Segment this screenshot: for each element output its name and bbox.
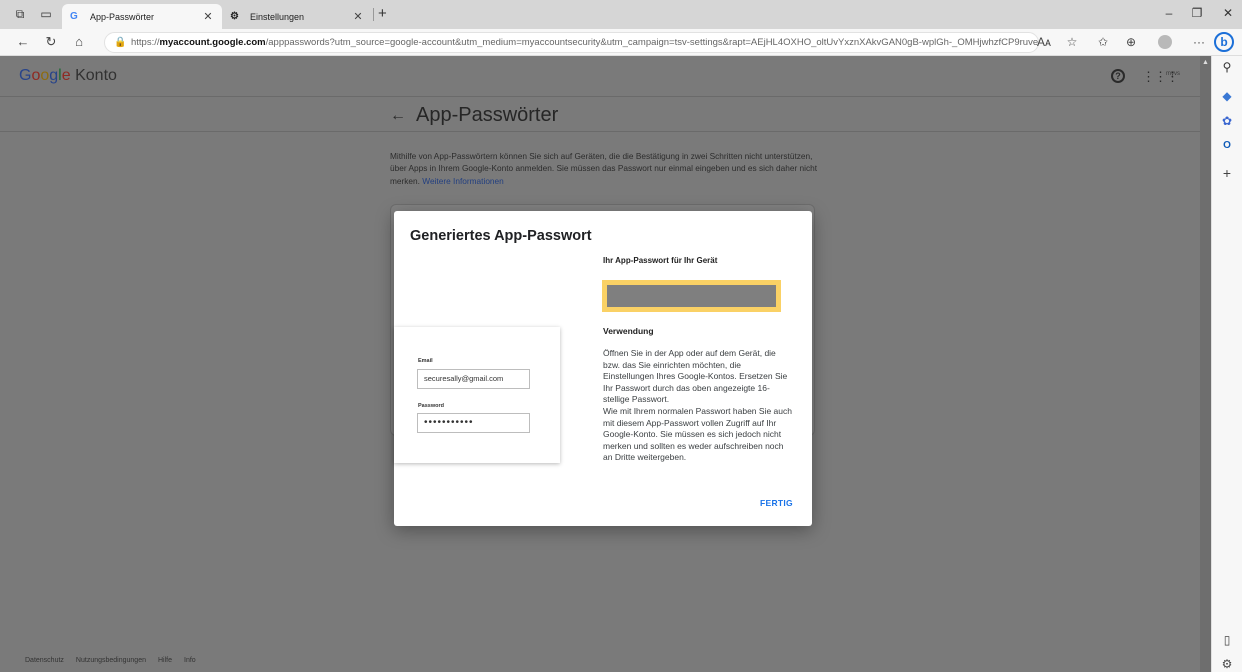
app-password-heading: Ihr App-Passwort für Ihr Gerät [603, 256, 718, 265]
shopping-tag-icon[interactable]: ◆ [1220, 89, 1234, 103]
workspaces-icon[interactable]: ⧉ [12, 6, 28, 22]
generated-password-dialog: Generiertes App-Passwort Email securesal… [394, 211, 812, 526]
close-tab-icon[interactable]: ✕ [352, 10, 364, 23]
favorites-icon[interactable]: ✩ [1094, 35, 1112, 49]
page-title-row: ← App-Passwörter [390, 104, 558, 127]
favorite-star-icon[interactable]: ☆ [1063, 35, 1081, 49]
divider [0, 131, 1200, 132]
edge-sidebar: ⚲ ◆ ✿ O + ▯ ⚙ [1211, 56, 1242, 672]
collections-icon[interactable]: ⊕ [1122, 35, 1140, 49]
close-window-icon[interactable]: ✕ [1218, 6, 1238, 20]
office-icon[interactable]: ✿ [1220, 114, 1234, 128]
reload-icon[interactable]: ↻ [42, 34, 60, 50]
back-icon[interactable]: ← [14, 34, 32, 49]
scroll-up-icon[interactable]: ▲ [1202, 59, 1209, 66]
intro-text: Mithilfe von App-Passwörtern können Sie … [390, 150, 820, 187]
address-toolbar: ← ↻ ⌂ 🔒 https://myaccount.google.com/app… [0, 29, 1242, 56]
page-scrollbar[interactable]: ▲ [1200, 56, 1211, 672]
bing-chat-icon[interactable]: b [1214, 32, 1234, 52]
gear-icon: ⚙ [230, 11, 239, 22]
redacted-password[interactable] [607, 285, 776, 307]
logo-letter: g [49, 67, 59, 84]
home-icon[interactable]: ⌂ [70, 34, 88, 49]
google-konto-logo[interactable]: Google Konto [19, 67, 117, 85]
sidebar-settings-icon[interactable]: ⚙ [1220, 657, 1234, 671]
tab-actions-icon[interactable]: ▭ [38, 6, 54, 22]
sidebar-toggle-icon[interactable]: ▯ [1220, 633, 1234, 647]
footer-link-terms[interactable]: Nutzungsbedingungen [76, 657, 146, 664]
browser-tab-bar: ⧉ ▭ G App-Passwörter ✕ ⚙ Einstellungen ✕… [0, 0, 1242, 29]
footer-link-help[interactable]: Hilfe [158, 657, 172, 664]
logo-letter: e [61, 67, 71, 84]
product-name: Konto [75, 67, 117, 84]
tab-settings[interactable]: ⚙ Einstellungen ✕ [222, 4, 372, 29]
account-avatar[interactable]: myvs [1166, 71, 1180, 77]
close-tab-icon[interactable]: ✕ [202, 10, 214, 23]
email-label: Email [418, 358, 433, 364]
outlook-icon[interactable]: O [1220, 139, 1234, 153]
dialog-title: Generiertes App-Passwort [410, 228, 592, 244]
url-field[interactable]: 🔒 https://myaccount.google.com/apppasswo… [104, 32, 1039, 53]
profile-avatar[interactable] [1158, 35, 1172, 49]
lock-icon[interactable]: 🔒 [114, 33, 126, 52]
search-icon[interactable]: ⚲ [1220, 60, 1234, 74]
url-host: myaccount.google.com [159, 37, 266, 48]
restore-icon[interactable]: ❐ [1187, 6, 1207, 20]
password-field: ••••••••••• [417, 413, 530, 433]
done-button[interactable]: FERTIG [760, 498, 793, 508]
logo-letter: G [19, 67, 32, 84]
tab-label: Einstellungen [250, 11, 305, 22]
footer-links: Datenschutz Nutzungsbedingungen Hilfe In… [25, 657, 196, 664]
email-field: securesally@gmail.com [417, 369, 530, 389]
tab-app-passwords[interactable]: G App-Passwörter ✕ [62, 4, 222, 29]
google-header: Google Konto ? ⋮⋮⋮ myvs [0, 56, 1200, 97]
add-sidebar-app-icon[interactable]: + [1220, 166, 1234, 180]
new-tab-icon[interactable]: + [378, 5, 387, 22]
learn-more-link[interactable]: Weitere Informationen [422, 176, 503, 186]
page-title: App-Passwörter [416, 104, 559, 126]
password-label: Password [418, 403, 444, 409]
more-menu-icon[interactable]: ··· [1190, 35, 1208, 49]
google-favicon-icon: G [70, 11, 78, 22]
url-prefix: https:// [131, 37, 160, 48]
tab-label: App-Passwörter [90, 11, 155, 22]
read-aloud-icon[interactable]: Aᴀ [1035, 35, 1053, 49]
usage-heading: Verwendung [603, 326, 654, 336]
back-arrow-icon[interactable]: ← [390, 107, 406, 125]
generated-password-box[interactable] [602, 280, 781, 312]
minimize-icon[interactable]: – [1159, 6, 1179, 20]
logo-letter: o [40, 67, 50, 84]
footer-link-privacy[interactable]: Datenschutz [25, 657, 64, 664]
tab-divider [373, 8, 374, 21]
footer-link-info[interactable]: Info [184, 657, 196, 664]
url-path: /apppasswords?utm_source=google-account&… [265, 37, 1039, 48]
help-icon[interactable]: ? [1111, 69, 1125, 83]
sample-login-card: Email securesally@gmail.com Password •••… [394, 327, 560, 463]
usage-text: Öffnen Sie in der App oder auf dem Gerät… [603, 348, 792, 463]
